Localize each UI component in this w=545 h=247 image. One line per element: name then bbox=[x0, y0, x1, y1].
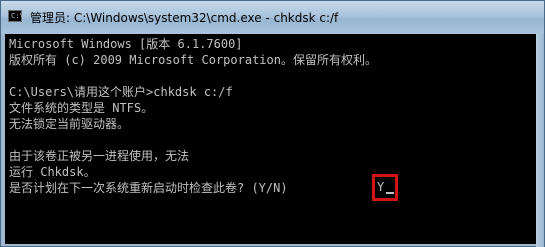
answer-highlight-box bbox=[372, 174, 398, 201]
console-line: Microsoft Windows [版本 6.1.7600] bbox=[9, 37, 243, 51]
console-line: 是否计划在下一次系统重新启动时检查此卷? (Y/N) bbox=[9, 181, 288, 195]
console-line: 运行 Chkdsk。 bbox=[9, 165, 96, 179]
console-line: 版权所有 (c) 2009 Microsoft Corporation。保留所有… bbox=[9, 53, 377, 67]
cmd-icon[interactable]: C:\ bbox=[8, 10, 24, 22]
console-line: 无法锁定当前驱动器。 bbox=[9, 117, 130, 131]
console-line: C:\Users\请用这个账户>chkdsk c:/f bbox=[9, 85, 233, 99]
console-area[interactable]: Microsoft Windows [版本 6.1.7600] 版权所有 (c)… bbox=[5, 34, 537, 244]
cmd-window: C:\ 管理员: C:\Windows\system32\cmd.exe - c… bbox=[0, 0, 545, 247]
window-title: 管理员: C:\Windows\system32\cmd.exe - chkds… bbox=[30, 11, 339, 25]
cmd-icon-prompt: C:\ bbox=[11, 12, 24, 20]
window-right-frame bbox=[536, 34, 544, 247]
console-line: 由于该卷正被另一进程使用，无法 bbox=[9, 149, 190, 163]
title-bar[interactable]: C:\ 管理员: C:\Windows\system32\cmd.exe - c… bbox=[1, 1, 544, 34]
console-line: 文件系统的类型是 NTFS。 bbox=[9, 101, 154, 115]
